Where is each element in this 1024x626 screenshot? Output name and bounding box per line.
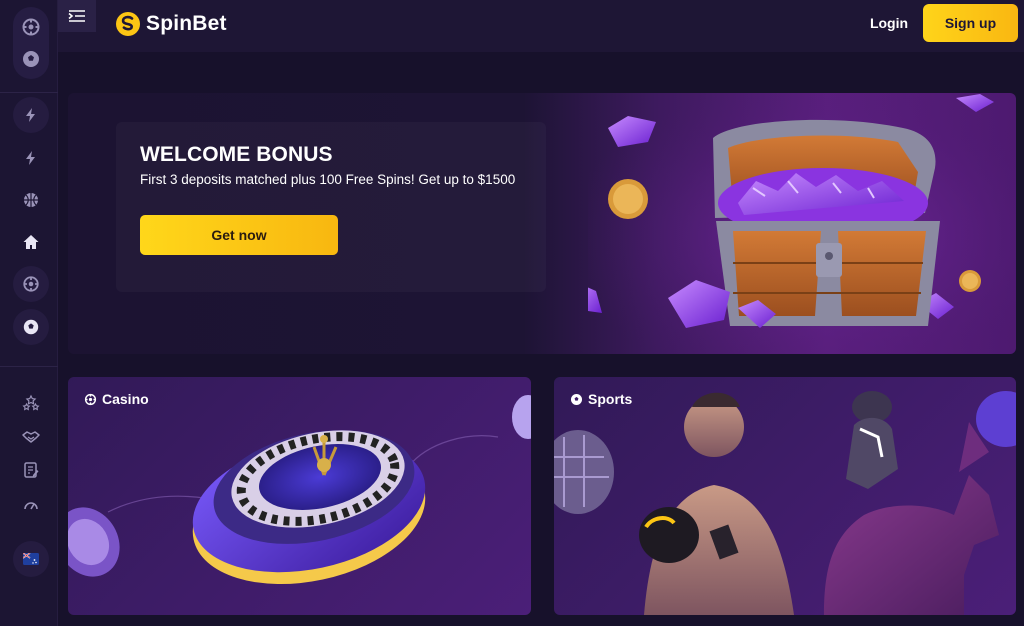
sidebar-divider <box>0 366 58 367</box>
login-button[interactable]: Login <box>851 10 927 36</box>
sidebar-item-home[interactable] <box>20 231 42 253</box>
sports-card-label: Sports <box>570 391 632 407</box>
lightning-icon <box>26 108 35 122</box>
handshake-icon <box>22 431 40 443</box>
casino-card-title: Casino <box>102 391 149 407</box>
casino-chip-icon <box>84 393 97 405</box>
basketball-icon <box>24 193 38 207</box>
lightning-icon <box>26 151 35 165</box>
brand-name: SpinBet <box>146 12 227 35</box>
hero-subtitle: First 3 deposits matched plus 100 Free S… <box>140 172 516 187</box>
sports-card[interactable]: Sports <box>554 377 1016 615</box>
stars-icon <box>22 394 40 411</box>
sports-athletes-illustration <box>554 391 1016 615</box>
sidebar-divider <box>0 92 58 93</box>
sports-card-title: Sports <box>588 391 633 407</box>
top-header: SpinBet Login Sign up <box>58 0 1024 52</box>
sidebar-item-lightning-2[interactable] <box>20 147 42 169</box>
signup-button[interactable]: Sign up <box>923 4 1018 42</box>
sidebar-item-promotions[interactable] <box>20 426 42 448</box>
casino-chip-icon <box>23 276 39 292</box>
roulette-illustration <box>68 395 531 585</box>
sidebar-item-casino[interactable] <box>13 266 49 302</box>
get-now-button[interactable]: Get now <box>140 215 338 255</box>
language-selector[interactable] <box>13 541 49 577</box>
casino-chip-icon[interactable] <box>21 17 41 42</box>
menu-toggle-button[interactable] <box>58 0 96 32</box>
edit-document-icon <box>24 462 39 478</box>
sidebar-item-favorites[interactable] <box>20 392 42 414</box>
sidebar <box>0 0 58 626</box>
speedometer-icon <box>24 502 38 510</box>
sidebar-item-blog[interactable] <box>20 459 42 481</box>
flag-icon <box>23 553 39 565</box>
treasure-chest-illustration <box>588 93 1016 354</box>
sidebar-item-stats[interactable] <box>20 494 42 516</box>
sidebar-item-lightning[interactable] <box>13 97 49 133</box>
casino-card-label: Casino <box>84 391 149 407</box>
menu-collapse-icon <box>68 10 85 22</box>
soccer-ball-icon[interactable] <box>21 49 41 74</box>
soccer-ball-icon <box>23 319 39 335</box>
casino-card[interactable]: Casino <box>68 377 531 615</box>
soccer-ball-icon <box>570 393 583 405</box>
welcome-bonus-banner[interactable]: WELCOME BONUS First 3 deposits matched p… <box>68 93 1016 354</box>
brand-logo[interactable]: SpinBet <box>115 9 227 39</box>
spinbet-logo-icon <box>116 12 140 36</box>
sidebar-item-sports[interactable] <box>13 309 49 345</box>
sidebar-item-basketball[interactable] <box>20 189 42 211</box>
sidebar-top-group <box>13 7 49 79</box>
hero-title: WELCOME BONUS <box>140 143 333 166</box>
home-icon <box>23 235 39 249</box>
